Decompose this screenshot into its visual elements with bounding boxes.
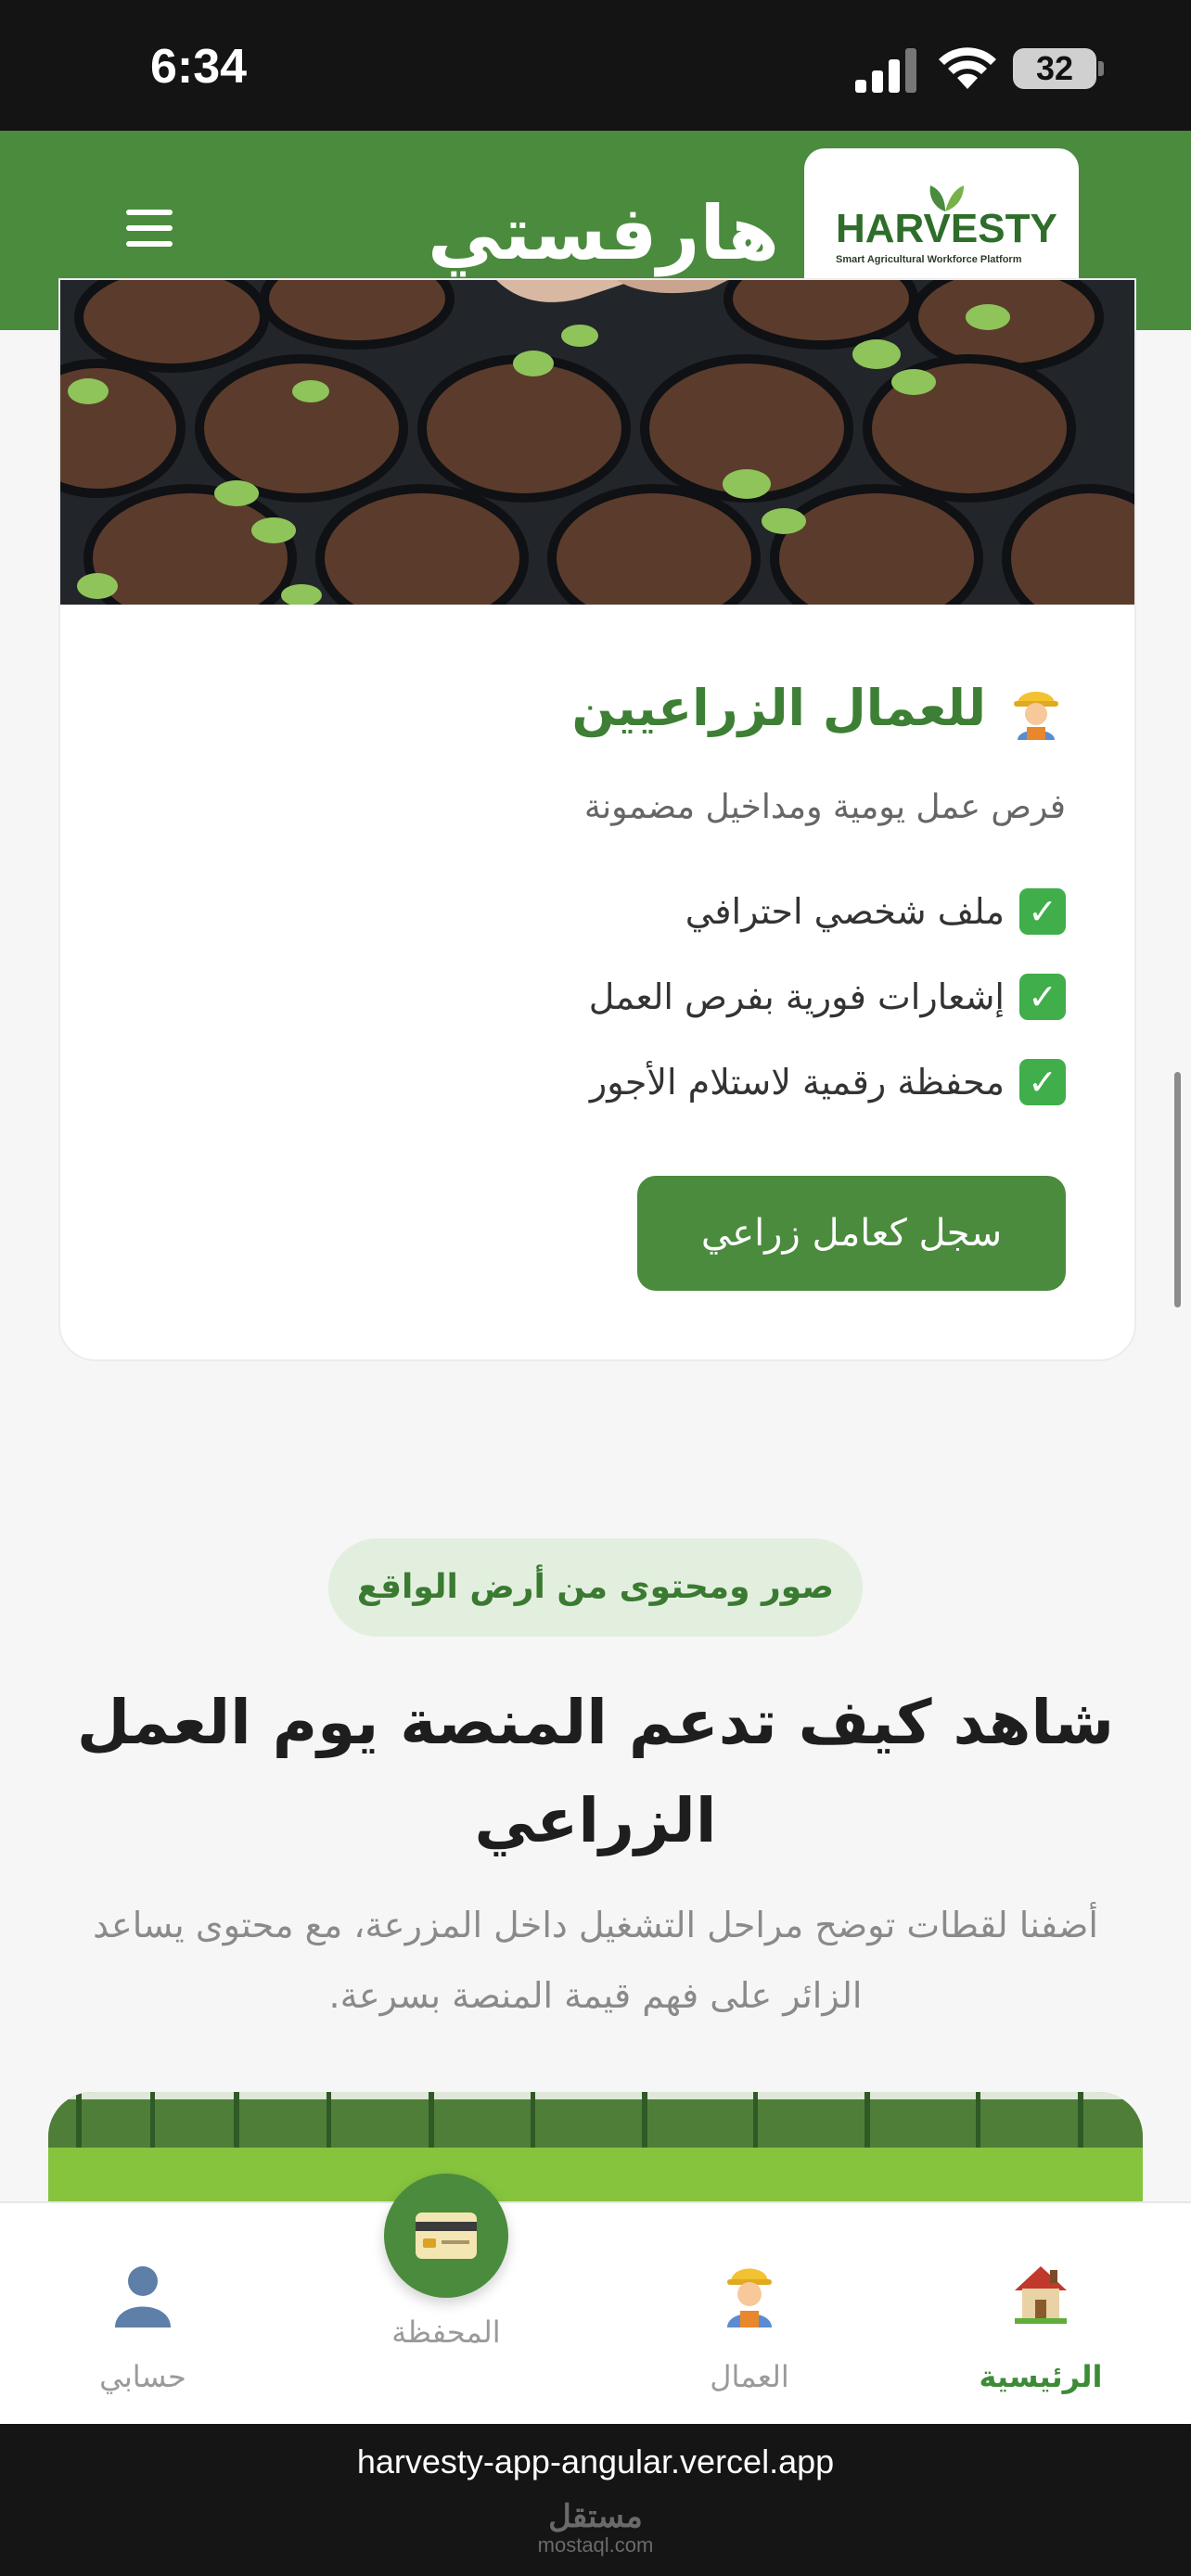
nav-item-account[interactable]: حسابي bbox=[32, 2203, 254, 2426]
browser-url-bar: harvesty-app-angular.vercel.app مستقل mo… bbox=[0, 2424, 1191, 2576]
hamburger-icon[interactable] bbox=[126, 210, 173, 252]
seedling-tray-image bbox=[60, 280, 1134, 605]
logo-text: HARVESTY bbox=[836, 206, 1057, 251]
logo-subtitle: Smart Agricultural Workforce Platform bbox=[836, 254, 1022, 265]
section-description: أضفنا لقطات توضح مراحل التشغيل داخل المز… bbox=[93, 1905, 1098, 2016]
nav-label-workers: العمال bbox=[710, 2359, 789, 2394]
battery-tip bbox=[1098, 61, 1104, 76]
farm-workers-card: للعمال الزراعيين فرص عمل يومية ومداخيل م… bbox=[58, 278, 1136, 1361]
battery-indicator: 32 bbox=[1013, 48, 1096, 89]
watermark-text: مستقل bbox=[548, 2499, 643, 2534]
wifi-icon bbox=[939, 47, 996, 89]
house-icon bbox=[1015, 2266, 1067, 2324]
section-title: شاهد كيف تدعم المنصة يوم العمل الزراعي bbox=[76, 1687, 1115, 1856]
wallet-button[interactable] bbox=[384, 2174, 508, 2298]
nav-label-home: الرئيسية bbox=[979, 2359, 1103, 2394]
section-pill: صور ومحتوى من أرض الواقع bbox=[328, 1538, 863, 1637]
user-silhouette-icon bbox=[115, 2266, 171, 2327]
credit-card-icon bbox=[416, 2213, 477, 2259]
watermark: مستقل mostaql.com bbox=[0, 2500, 1191, 2557]
cellular-signal-icon bbox=[855, 48, 916, 93]
feature-label: إشعارات فورية بفرص العمل bbox=[588, 976, 1005, 1017]
check-icon: ✓ bbox=[1019, 974, 1066, 1020]
check-icon: ✓ bbox=[1019, 888, 1066, 935]
feature-item: ✓ محفظة رقمية لاستلام الأجور bbox=[590, 1059, 1066, 1105]
scroll-indicator[interactable] bbox=[1174, 1072, 1181, 1307]
farmer-emoji-icon bbox=[1014, 692, 1058, 741]
brand-name: هارفستي bbox=[428, 190, 779, 276]
url-text[interactable]: harvesty-app-angular.vercel.app bbox=[0, 2442, 1191, 2481]
feature-item: ✓ إشعارات فورية بفرص العمل bbox=[589, 974, 1066, 1020]
nav-label-wallet: المحفظة bbox=[391, 2315, 501, 2350]
card-title-text: للعمال الزراعيين bbox=[571, 679, 986, 737]
card-title: للعمال الزراعيين bbox=[571, 679, 1060, 741]
feature-item: ✓ ملف شخصي احترافي bbox=[685, 888, 1066, 935]
nav-item-workers[interactable]: العمال bbox=[638, 2203, 861, 2426]
card-subtitle: فرص عمل يومية ومداخيل مضمونة bbox=[583, 788, 1066, 826]
nav-item-home[interactable]: الرئيسية bbox=[929, 2203, 1152, 2426]
status-bar: 6:34 32 bbox=[0, 0, 1191, 131]
feature-label: ملف شخصي احترافي bbox=[685, 891, 1005, 932]
watermark-sub: mostaql.com bbox=[537, 2533, 654, 2557]
nav-label-account: حسابي bbox=[99, 2359, 186, 2394]
check-icon: ✓ bbox=[1019, 1059, 1066, 1105]
status-time: 6:34 bbox=[150, 40, 248, 94]
feature-label: محفظة رقمية لاستلام الأجور bbox=[589, 1062, 1005, 1103]
farmer-icon bbox=[727, 2268, 772, 2327]
bottom-navigation: الرئيسية العمال حسابي bbox=[0, 2201, 1191, 2426]
register-worker-button[interactable]: سجل كعامل زراعي bbox=[637, 1176, 1066, 1291]
